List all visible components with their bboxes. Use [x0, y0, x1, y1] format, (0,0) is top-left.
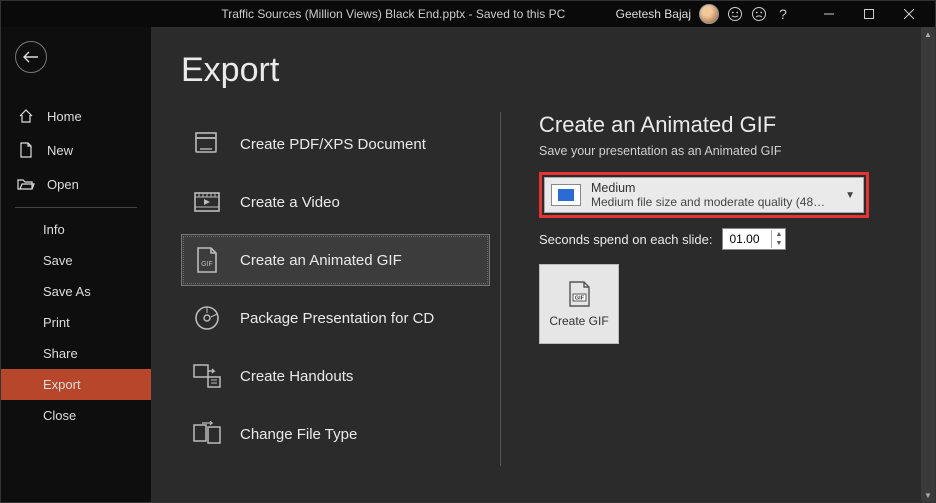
spin-down-icon[interactable]: ▼	[772, 239, 785, 248]
open-folder-icon	[17, 175, 35, 193]
export-option-handouts[interactable]: Create Handouts	[181, 350, 490, 402]
maximize-button[interactable]	[849, 1, 889, 27]
sidebar-item-new[interactable]: New	[1, 133, 151, 167]
dropdown-arrow-icon: ▼	[845, 190, 857, 201]
create-gif-label: Create GIF	[549, 314, 608, 328]
sidebar-item-info[interactable]: Info	[1, 214, 151, 245]
filename: Traffic Sources (Million Views) Black En…	[221, 7, 465, 21]
avatar[interactable]	[699, 4, 719, 24]
quality-desc: Medium file size and moderate quality (4…	[591, 195, 831, 209]
sidebar-item-share[interactable]: Share	[1, 338, 151, 369]
vertical-scrollbar[interactable]: ▲ ▼	[921, 27, 935, 502]
feedback-frown-icon[interactable]	[751, 6, 767, 22]
cd-icon	[192, 303, 222, 333]
scroll-up-icon[interactable]: ▲	[921, 27, 935, 41]
export-option-pdf[interactable]: Create PDF/XPS Document	[181, 118, 490, 170]
sidebar-separator	[15, 207, 137, 208]
export-option-change-type[interactable]: Change File Type	[181, 408, 490, 460]
sidebar-item-home[interactable]: Home	[1, 99, 151, 133]
create-gif-button[interactable]: GIF Create GIF	[539, 264, 619, 344]
page-title: Export	[151, 27, 921, 112]
minimize-button[interactable]	[809, 1, 849, 27]
sidebar-item-label: New	[47, 143, 73, 158]
export-option-gif[interactable]: GIF Create an Animated GIF	[181, 234, 490, 286]
sidebar-item-export[interactable]: Export	[1, 369, 151, 400]
sidebar-item-label: Home	[47, 109, 82, 124]
quality-name: Medium	[591, 181, 835, 195]
export-options-list: Create PDF/XPS Document Create a Video G…	[181, 112, 501, 466]
export-option-video[interactable]: Create a Video	[181, 176, 490, 228]
sidebar-item-print[interactable]: Print	[1, 307, 151, 338]
quality-thumb-icon	[551, 184, 581, 206]
home-icon	[17, 107, 35, 125]
export-option-package[interactable]: Package Presentation for CD	[181, 292, 490, 344]
close-button[interactable]	[889, 1, 929, 27]
export-detail-panel: Create an Animated GIF Save your present…	[501, 112, 921, 466]
title-bar: Traffic Sources (Million Views) Black En…	[1, 1, 935, 27]
export-option-label: Package Presentation for CD	[240, 310, 434, 327]
export-option-label: Create a Video	[240, 194, 340, 211]
sidebar-item-close[interactable]: Close	[1, 400, 151, 431]
seconds-value[interactable]	[723, 232, 771, 246]
export-option-label: Create Handouts	[240, 368, 353, 385]
change-filetype-icon	[192, 419, 222, 449]
sidebar-item-label: Open	[47, 177, 79, 192]
quality-dropdown[interactable]: Medium Medium file size and moderate qua…	[544, 177, 864, 213]
export-option-label: Change File Type	[240, 426, 357, 443]
account-name[interactable]: Geetesh Bajaj	[616, 7, 691, 21]
seconds-input[interactable]: ▲ ▼	[722, 228, 786, 250]
quality-highlight: Medium Medium file size and moderate qua…	[539, 172, 869, 218]
seconds-label: Seconds spend on each slide:	[539, 232, 712, 247]
gif-export-icon: GIF	[564, 280, 594, 308]
spin-up-icon[interactable]: ▲	[772, 230, 785, 239]
svg-text:GIF: GIF	[201, 261, 213, 268]
pdf-icon	[192, 129, 222, 159]
svg-text:GIF: GIF	[575, 296, 585, 302]
save-status: Saved to this PC	[476, 7, 565, 21]
gif-file-icon: GIF	[192, 245, 222, 275]
new-file-icon	[17, 141, 35, 159]
back-button[interactable]	[15, 41, 47, 73]
detail-subtitle: Save your presentation as an Animated GI…	[539, 144, 921, 158]
window-title: Traffic Sources (Million Views) Black En…	[1, 7, 616, 21]
sidebar-item-save[interactable]: Save	[1, 245, 151, 276]
main-panel: Export Create PDF/XPS Document Create a …	[151, 27, 921, 502]
video-icon	[192, 187, 222, 217]
detail-title: Create an Animated GIF	[539, 112, 921, 138]
scroll-down-icon[interactable]: ▼	[921, 488, 935, 502]
handouts-icon	[192, 361, 222, 391]
export-option-label: Create PDF/XPS Document	[240, 136, 426, 153]
feedback-smile-icon[interactable]	[727, 6, 743, 22]
help-icon[interactable]: ?	[775, 6, 791, 22]
backstage-sidebar: Home New Open Info Save Save As Print Sh…	[1, 27, 151, 502]
sidebar-item-save-as[interactable]: Save As	[1, 276, 151, 307]
export-option-label: Create an Animated GIF	[240, 252, 402, 269]
sidebar-item-open[interactable]: Open	[1, 167, 151, 201]
